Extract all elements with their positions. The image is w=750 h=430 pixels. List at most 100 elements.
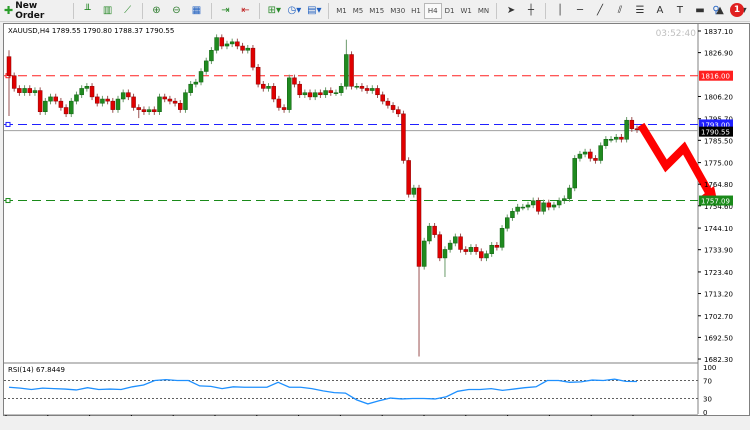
bearish-candle (126, 92, 131, 98)
timeframe-m1[interactable]: M1 (333, 3, 350, 19)
indicators-icon[interactable]: ⊞▾ (265, 2, 283, 20)
bullish-candle (613, 136, 619, 140)
search-icon[interactable]: ⚲ (707, 2, 725, 20)
price-tick-label: 1826.90 (704, 50, 733, 58)
bearish-candle (255, 66, 261, 85)
bullish-candle (287, 77, 292, 110)
templates-icon[interactable]: ▤▾ (305, 2, 323, 20)
separator (259, 2, 261, 19)
bullish-candle (411, 187, 417, 195)
bearish-candle (53, 96, 58, 102)
price-tick-label: 1775.00 (704, 160, 733, 168)
bullish-candle (224, 43, 230, 47)
bullish-candle (157, 96, 162, 112)
bearish-candle (94, 96, 100, 104)
separator (496, 2, 498, 19)
timeframe-mn[interactable]: MN (475, 3, 492, 19)
timeframe-m15[interactable]: M15 (366, 3, 387, 19)
price-tick-label: 1806.20 (704, 93, 733, 101)
bullish-candle (48, 96, 53, 102)
bearish-candle (276, 98, 282, 108)
separator (328, 2, 330, 19)
zoom-out-icon[interactable]: ⊖ (168, 2, 186, 20)
bearish-candle (89, 86, 95, 98)
horizontal-line-icon[interactable]: ─ (571, 2, 589, 20)
cursor-icon[interactable]: ➤ (502, 2, 520, 20)
bullish-candle (598, 145, 603, 161)
price-chart[interactable]: XAUUSD,H4 1789.55 1790.80 1788.37 1790.5… (4, 24, 750, 425)
notification-badge[interactable]: 1 (730, 3, 744, 17)
timeframe-m5[interactable]: M5 (350, 3, 367, 19)
auto-scroll-icon[interactable]: ⇥ (216, 2, 234, 20)
crosshair-icon[interactable]: ┼ (522, 2, 540, 20)
bearish-candle (281, 107, 287, 110)
bullish-candle (43, 100, 48, 112)
timeframe-h4[interactable]: H4 (423, 2, 442, 19)
bearish-candle (58, 100, 64, 108)
bearish-candle (494, 244, 500, 248)
timeframe-m30[interactable]: M30 (387, 3, 408, 19)
bearish-candle (375, 88, 380, 96)
bullish-candle (209, 50, 214, 62)
bearish-candle (110, 100, 116, 110)
bullish-candle (504, 217, 510, 229)
bullish-candle (245, 47, 250, 51)
bar-chart-icon[interactable]: ╨ (79, 2, 97, 20)
timeframe-h1[interactable]: H1 (408, 3, 424, 19)
periods-clock-icon[interactable]: ◷▾ (285, 2, 303, 20)
bearish-candle (141, 109, 147, 112)
new-order-button[interactable]: ✚ New Order (1, 1, 68, 21)
zoom-in-icon[interactable]: ⊕ (148, 2, 166, 20)
bearish-candle (619, 136, 624, 140)
vertical-line-icon[interactable]: │ (551, 2, 569, 20)
fibonacci-icon[interactable]: ☰ (631, 2, 649, 20)
server-time: 03:52:40 (656, 29, 697, 39)
bullish-candle (229, 41, 235, 45)
entry-level-handle (5, 121, 11, 127)
bullish-candle (530, 200, 536, 206)
price-tick-label: 1702.70 (704, 313, 733, 321)
text-label-icon[interactable]: T (671, 2, 689, 20)
bullish-candle (74, 94, 79, 102)
symbol-header: XAUUSD,H4 1789.55 1790.80 1788.37 1790.5… (8, 27, 174, 35)
bullish-candle (551, 204, 557, 208)
bearish-candle (292, 77, 297, 85)
chart-shift-icon[interactable]: ⇤ (236, 2, 254, 20)
bearish-candle (406, 160, 411, 195)
bullish-candle (22, 88, 27, 93)
timeframe-d1[interactable]: D1 (442, 3, 458, 19)
tile-windows-icon[interactable]: ▦ (188, 2, 206, 20)
bearish-candle (250, 47, 256, 68)
timeframe-w1[interactable]: W1 (457, 3, 474, 19)
trendline-icon[interactable]: ╱ (591, 2, 609, 20)
bullish-candle (556, 200, 562, 206)
bullish-candle (447, 242, 453, 250)
bullish-candle (510, 211, 515, 218)
text-icon[interactable]: A (651, 2, 669, 20)
bearish-candle (359, 86, 365, 89)
price-tick-label: 1682.30 (704, 356, 733, 364)
line-chart-icon[interactable]: ⟋ (119, 2, 137, 20)
chart-window[interactable]: XAUUSD,H4 1789.55 1790.80 1788.37 1790.5… (3, 23, 750, 425)
current-price-label: 1790.55 (701, 129, 730, 137)
bearish-candle (473, 247, 479, 252)
bearish-candle (63, 107, 69, 115)
plus-icon: ✚ (4, 4, 14, 17)
bullish-candle (333, 92, 339, 94)
price-tick-label: 1733.90 (704, 247, 733, 255)
bullish-candle (203, 60, 209, 72)
candlestick-chart-icon[interactable]: ▥ (99, 2, 117, 20)
bearish-candle (172, 100, 178, 104)
channel-icon[interactable]: ⫽ (611, 2, 629, 20)
price-tick-label: 1723.40 (704, 269, 733, 277)
bullish-candle (603, 139, 609, 146)
bullish-candle (69, 100, 74, 115)
bearish-candle (328, 90, 334, 93)
bullish-candle (541, 202, 546, 212)
bearish-candle (364, 88, 370, 91)
bearish-candle (380, 94, 385, 102)
separator (210, 2, 212, 19)
separator (72, 2, 74, 19)
bullish-candle (32, 90, 38, 93)
bearish-candle (401, 113, 406, 161)
